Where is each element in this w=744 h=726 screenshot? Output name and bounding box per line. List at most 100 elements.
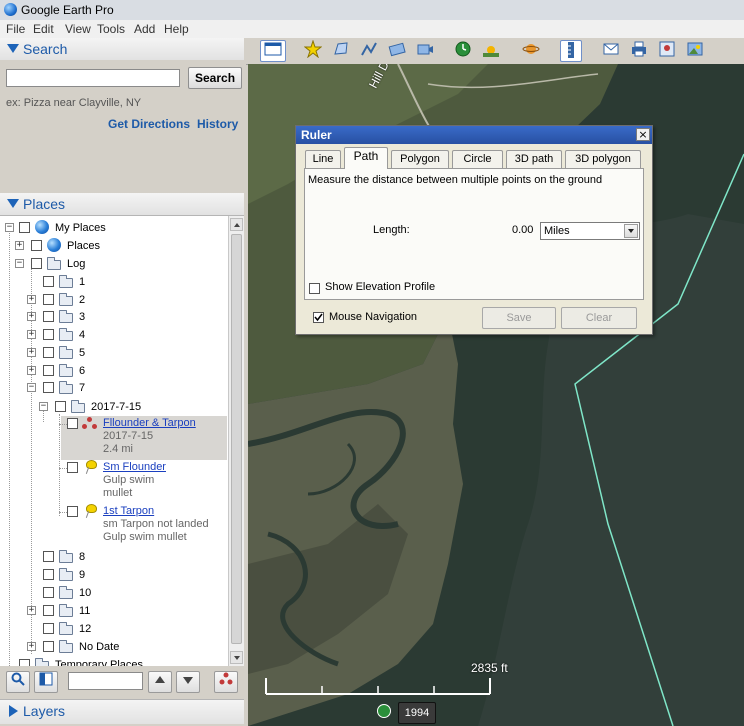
tree-label-folder-10[interactable]: 10 [79,585,91,601]
tree-label-fllounder-tarpon[interactable]: Fllounder & Tarpon [103,415,196,431]
expander-folder-4[interactable]: + [27,330,36,339]
move-up-button[interactable] [148,671,172,693]
checkbox-folder-12[interactable] [43,623,54,634]
tree-label-folder-12[interactable]: 12 [79,621,91,637]
checkbox-folder-10[interactable] [43,587,54,598]
checkbox-folder-9[interactable] [43,569,54,580]
move-down-button[interactable] [176,671,200,693]
tree-label-sm-flounder[interactable]: Sm Flounder [103,459,166,475]
places-scrollbar[interactable] [228,216,244,666]
expander-folder-7[interactable]: − [27,383,36,392]
collapse-arrow-icon[interactable] [7,44,19,53]
mouse-navigation-checkbox[interactable] [313,312,324,323]
print-button[interactable] [628,40,650,62]
record-tour-button[interactable] [414,40,436,62]
email-button[interactable] [600,40,622,62]
close-icon[interactable]: × [636,128,650,141]
show-panel-button[interactable] [34,671,58,693]
tree-label-folder-9[interactable]: 9 [79,567,85,583]
search-places-button[interactable] [6,671,30,693]
tree-label-my-places[interactable]: My Places [55,220,106,236]
tree-label-log[interactable]: Log [67,256,85,272]
menu-tools[interactable]: Tools [97,22,125,36]
tab-3d-path[interactable]: 3D path [506,150,562,168]
historical-clock-icon[interactable] [377,704,391,718]
add-placemark-button[interactable] [302,39,324,62]
tab-3d-polygon[interactable]: 3D polygon [565,150,641,168]
tree-label-1st-tarpon[interactable]: 1st Tarpon [103,503,154,519]
ruler-button[interactable] [560,40,582,62]
sunlight-button[interactable] [480,40,502,62]
menu-view[interactable]: View [65,22,91,36]
show-elevation-checkbox[interactable] [309,283,320,294]
tab-line[interactable]: Line [305,150,341,168]
save-button[interactable]: Save [482,307,556,329]
checkbox-folder-6[interactable] [43,365,54,376]
checkbox-no-date[interactable] [43,641,54,652]
menu-help[interactable]: Help [164,22,189,36]
places-filter-input[interactable] [68,672,143,690]
expander-folder-3[interactable]: + [27,312,36,321]
view-in-maps-button[interactable] [656,40,678,62]
expander-folder-11[interactable]: + [27,606,36,615]
get-directions-link[interactable]: Get Directions [108,117,190,131]
add-image-overlay-button[interactable] [386,40,408,62]
checkbox-my-places[interactable] [19,222,30,233]
tab-path[interactable]: Path [344,147,388,169]
unit-select[interactable]: Miles [540,222,640,240]
menu-file[interactable]: File [6,22,25,36]
tree-label-folder-1[interactable]: 1 [79,274,85,290]
checkbox-folder-3[interactable] [43,311,54,322]
checkbox-folder-1[interactable] [43,276,54,287]
tour-button[interactable] [214,671,238,693]
chevron-down-icon[interactable] [624,224,638,238]
tree-label-folder-8[interactable]: 8 [79,549,85,565]
historical-imagery-button[interactable] [452,40,474,62]
search-input[interactable] [6,69,180,87]
checkbox-folder-11[interactable] [43,605,54,616]
scroll-thumb[interactable] [231,234,242,644]
save-image-button[interactable] [684,40,706,62]
checkbox-places[interactable] [31,240,42,251]
checkbox-sm-flounder[interactable] [67,462,78,473]
tree-label-folder-11[interactable]: 11 [79,603,90,619]
expander-folder-2[interactable]: + [27,295,36,304]
expander-log[interactable]: − [15,259,24,268]
tab-circle[interactable]: Circle [452,150,503,168]
clear-button[interactable]: Clear [561,307,637,329]
scroll-down-icon[interactable] [230,651,243,664]
checkbox-folder-8[interactable] [43,551,54,562]
tab-polygon[interactable]: Polygon [391,150,449,168]
tree-label-folder-4[interactable]: 4 [79,327,85,343]
add-polygon-button[interactable] [330,40,352,62]
layers-section-header[interactable]: Layers [0,699,244,724]
tree-label-date-folder[interactable]: 2017-7-15 [91,399,141,415]
expander-my-places[interactable]: − [5,223,14,232]
toggle-sidebar-button[interactable] [260,40,286,62]
checkbox-folder-2[interactable] [43,294,54,305]
tree-label-folder-5[interactable]: 5 [79,345,85,361]
expander-date-folder[interactable]: − [39,402,48,411]
tree-label-temporary-places[interactable]: Temporary Places [55,657,143,666]
checkbox-folder-4[interactable] [43,329,54,340]
scroll-up-icon[interactable] [230,218,243,231]
expander-places[interactable]: + [15,241,24,250]
tree-label-no-date[interactable]: No Date [79,639,119,655]
show-elevation-label[interactable]: Show Elevation Profile [325,281,435,293]
menu-add[interactable]: Add [134,22,155,36]
tree-label-folder-2[interactable]: 2 [79,292,85,308]
places-section-header[interactable]: Places [0,193,244,216]
expander-folder-6[interactable]: + [27,366,36,375]
add-path-button[interactable] [358,40,380,62]
checkbox-date-folder[interactable] [55,401,66,412]
expand-arrow-icon[interactable] [9,705,18,717]
switch-planet-button[interactable] [520,40,542,62]
expander-folder-5[interactable]: + [27,348,36,357]
search-section-header[interactable]: Search [0,38,244,61]
checkbox-folder-7[interactable] [43,382,54,393]
collapse-arrow-icon[interactable] [7,199,19,208]
checkbox-fllounder-tarpon[interactable] [67,418,78,429]
mouse-navigation-label[interactable]: Mouse Navigation [329,311,417,323]
checkbox-folder-5[interactable] [43,347,54,358]
menu-edit[interactable]: Edit [33,22,54,36]
